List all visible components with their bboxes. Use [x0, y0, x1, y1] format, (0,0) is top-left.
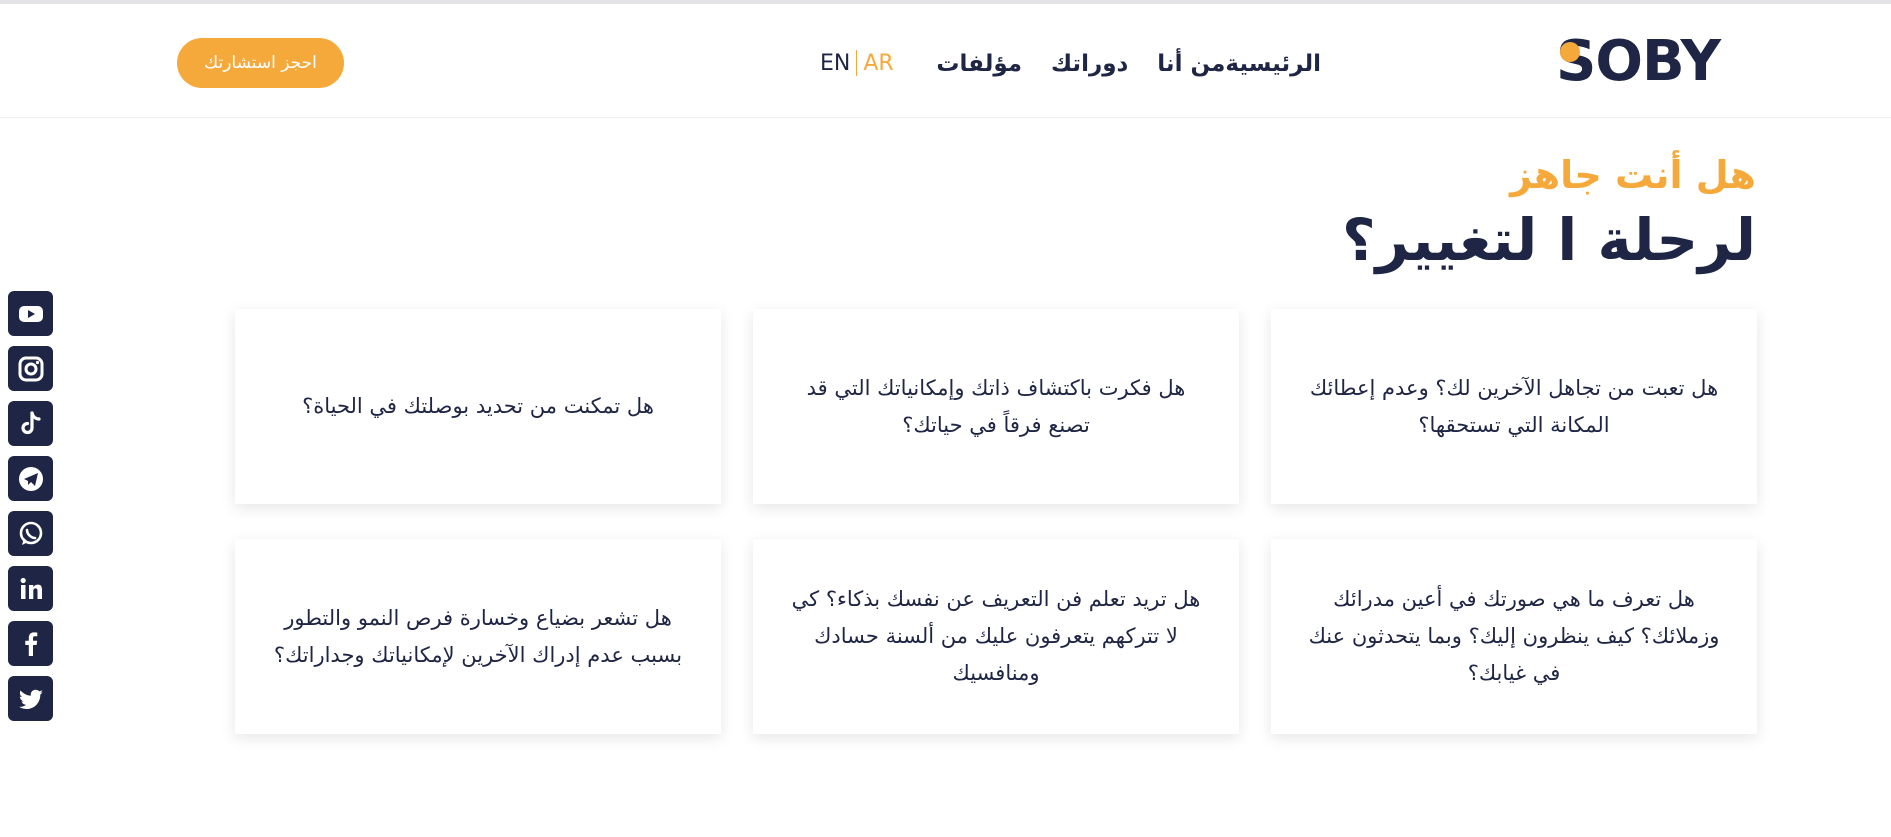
tiktok-icon	[20, 410, 41, 434]
social-facebook[interactable]	[8, 621, 53, 666]
site-header: SOBY الرئيسية من أنا دوراتك مؤلفات EN AR…	[0, 4, 1891, 118]
social-instagram[interactable]	[8, 346, 53, 391]
social-telegram[interactable]	[8, 456, 53, 501]
social-youtube[interactable]	[8, 291, 53, 336]
logo-wordmark: SOBY	[1556, 29, 1721, 94]
book-consultation-button[interactable]: احجز استشارتك	[177, 38, 344, 88]
question-card: هل تشعر بضياع وخسارة فرص النمو والتطور ب…	[235, 539, 721, 734]
facebook-icon	[24, 631, 37, 656]
brand-logo[interactable]: SOBY	[1556, 32, 1722, 92]
main-nav: الرئيسية من أنا دوراتك مؤلفات	[907, 44, 1321, 84]
linkedin-icon	[20, 577, 42, 599]
instagram-icon	[18, 356, 43, 381]
logo-accent-dot	[1560, 42, 1580, 62]
question-text: هل فكرت باكتشاف ذاتك وإمكانياتك التي قد …	[806, 375, 1186, 437]
question-text: هل تعبت من تجاهل الآخرين لك؟ وعدم إعطائك…	[1309, 375, 1719, 437]
social-linkedin[interactable]	[8, 566, 53, 611]
telegram-icon	[18, 466, 43, 491]
hero-subtitle: هل أنت جاهز	[1510, 153, 1756, 197]
lang-en[interactable]: EN	[820, 51, 856, 76]
language-switcher: EN AR	[820, 46, 894, 80]
question-card: هل فكرت باكتشاف ذاتك وإمكانياتك التي قد …	[753, 309, 1239, 504]
question-card: هل تريد تعلم فن التعريف عن نفسك بذكاء؟ ك…	[753, 539, 1239, 734]
nav-item-courses[interactable]: دوراتك	[1051, 51, 1128, 77]
social-bar	[8, 291, 53, 731]
nav-item-books[interactable]: مؤلفات	[936, 51, 1022, 77]
twitter-icon	[18, 689, 43, 709]
question-card: هل تعبت من تجاهل الآخرين لك؟ وعدم إعطائك…	[1271, 309, 1757, 504]
question-text: هل تعرف ما هي صورتك في أعين مدرائك وزملا…	[1308, 587, 1720, 685]
social-twitter[interactable]	[8, 676, 53, 721]
question-card: هل تعرف ما هي صورتك في أعين مدرائك وزملا…	[1271, 539, 1757, 734]
question-text: هل تمكنت من تحديد بوصلتك في الحياة؟	[302, 394, 654, 418]
youtube-icon	[18, 305, 43, 322]
lang-ar[interactable]: AR	[857, 51, 893, 76]
nav-item-about[interactable]: من أنا	[1157, 51, 1225, 77]
whatsapp-icon	[19, 521, 42, 545]
question-text: هل تريد تعلم فن التعريف عن نفسك بذكاء؟ ك…	[791, 587, 1201, 685]
hero-title: لرحلة ا لتغيير؟	[1341, 206, 1756, 274]
nav-item-home[interactable]: الرئيسية	[1225, 51, 1321, 77]
question-text: هل تشعر بضياع وخسارة فرص النمو والتطور ب…	[273, 605, 683, 667]
social-whatsapp[interactable]	[8, 511, 53, 556]
question-card: هل تمكنت من تحديد بوصلتك في الحياة؟	[235, 309, 721, 504]
social-tiktok[interactable]	[8, 401, 53, 446]
